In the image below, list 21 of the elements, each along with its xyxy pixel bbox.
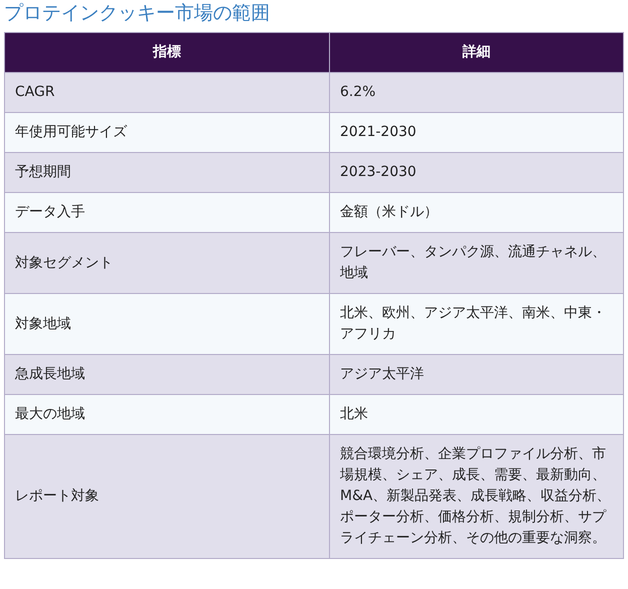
table-cell: CAGR [4, 72, 330, 112]
table-cell: 急成長地域 [4, 354, 330, 394]
table-cell: 6.2% [330, 72, 624, 112]
table-cell: 年使用可能サイズ [4, 112, 330, 152]
table-cell: 予想期間 [4, 152, 330, 192]
table-cell: レポート対象 [4, 434, 330, 558]
table-cell: 対象セグメント [4, 232, 330, 294]
table-cell: 対象地域 [4, 294, 330, 354]
column-header: 指標 [4, 32, 330, 72]
table-cell: フレーバー、タンパク源、流通チャネル、地域 [330, 232, 624, 294]
table-cell: 最大の地域 [4, 394, 330, 434]
table-cell: 北米、欧州、アジア太平洋、南米、中東・アフリカ [330, 294, 624, 354]
table-cell: 金額（米ドル） [330, 192, 624, 232]
table-cell: 2021-2030 [330, 112, 624, 152]
table-cell: 北米 [330, 394, 624, 434]
section-title: プロテインクッキー市場の範囲 [3, 1, 271, 26]
table-cell: アジア太平洋 [330, 354, 624, 394]
table-cell: データ入手 [4, 192, 330, 232]
table-cell: 競合環境分析、企業プロファイル分析、市場規模、シェア、成長、需要、最新動向、M&A、新製品発表、成長戦略、収益分析、ポーター分析、価格分析、規制分析、サプライチェーン分析、その他の重要な洞察。 [330, 434, 624, 558]
column-header: 詳細 [330, 32, 624, 72]
table-cell: 2023-2030 [330, 152, 624, 192]
